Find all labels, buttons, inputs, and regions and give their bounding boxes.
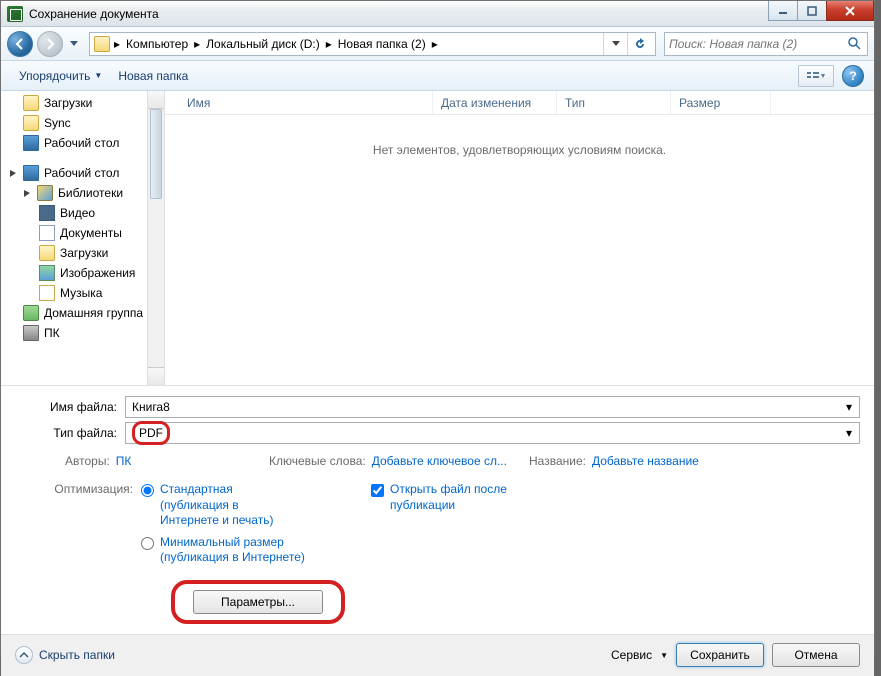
checkbox-open-after[interactable]	[371, 484, 384, 497]
folder-icon	[23, 115, 39, 131]
hide-folders-toggle[interactable]: Скрыть папки	[15, 646, 115, 664]
filetype-select[interactable]: PDF ▾	[125, 422, 860, 444]
authors-value[interactable]: ПК	[116, 454, 132, 468]
video-icon	[39, 205, 55, 221]
forward-button[interactable]	[37, 31, 63, 57]
keywords-add-link[interactable]: Добавьте ключевое сл...	[372, 454, 507, 468]
column-name[interactable]: Имя	[179, 91, 433, 114]
empty-message: Нет элементов, удовлетворяющих условиям …	[165, 115, 874, 185]
homegroup-icon	[23, 305, 39, 321]
music-icon	[39, 285, 55, 301]
minimize-button[interactable]	[768, 1, 798, 21]
desktop-icon	[23, 135, 39, 151]
cancel-button[interactable]: Отмена	[772, 643, 860, 667]
folder-icon	[23, 95, 39, 111]
open-after-checkbox[interactable]: Открыть файл после публикации	[371, 482, 530, 513]
computer-icon	[23, 325, 39, 341]
column-date[interactable]: Дата изменения	[433, 91, 557, 114]
chevron-up-icon	[15, 646, 33, 664]
help-button[interactable]: ?	[842, 65, 864, 87]
radio-minimal[interactable]	[141, 537, 154, 550]
breadcrumb-dropdown[interactable]	[603, 33, 627, 55]
sidebar-item-downloads[interactable]: Загрузки	[1, 93, 164, 113]
save-button[interactable]: Сохранить	[676, 643, 764, 667]
maximize-button[interactable]	[797, 1, 827, 21]
breadcrumb-part[interactable]: Локальный диск (D:)	[202, 33, 324, 55]
back-button[interactable]	[7, 31, 33, 57]
search-icon	[847, 36, 863, 52]
desktop-icon	[23, 165, 39, 181]
collapse-icon[interactable]	[9, 169, 18, 178]
optimize-standard-radio[interactable]: Стандартная (публикация в Интернете и пе…	[141, 482, 371, 529]
sidebar-item-homegroup[interactable]: Домашняя группа	[1, 303, 164, 323]
keywords-label: Ключевые слова:	[269, 454, 366, 468]
collapse-icon[interactable]	[23, 189, 32, 198]
sidebar-scrollbar[interactable]	[147, 91, 164, 385]
optimize-label: Оптимизация:	[15, 482, 141, 572]
column-type[interactable]: Тип	[557, 91, 671, 114]
breadcrumb-part[interactable]: Компьютер	[122, 33, 192, 55]
sidebar-item-downloads2[interactable]: Загрузки	[1, 243, 164, 263]
sidebar-item-libraries[interactable]: Библиотеки	[1, 183, 164, 203]
params-highlight: Параметры...	[171, 580, 345, 624]
tools-menu[interactable]: Сервис▼	[611, 648, 668, 662]
sidebar-item-documents[interactable]: Документы	[1, 223, 164, 243]
sidebar-item-desktop[interactable]: Рабочий стол	[1, 133, 164, 153]
new-folder-button[interactable]: Новая папка	[110, 65, 196, 87]
filename-label: Имя файла:	[15, 400, 125, 414]
column-headers: Имя Дата изменения Тип Размер	[165, 91, 874, 115]
breadcrumb-part[interactable]: Новая папка (2)	[334, 33, 430, 55]
filetype-highlight: PDF	[132, 421, 170, 445]
save-form: Имя файла: Книга8▾ Тип файла: PDF ▾ Автор…	[1, 385, 874, 634]
sidebar-item-desktop-root[interactable]: Рабочий стол	[1, 163, 164, 183]
filetype-label: Тип файла:	[15, 426, 125, 440]
nav-history-dropdown[interactable]	[67, 31, 81, 57]
title-add-link[interactable]: Добавьте название	[592, 454, 699, 468]
toolbar: Упорядочить▼ Новая папка ?	[1, 61, 874, 91]
folder-icon	[39, 245, 55, 261]
sidebar: Загрузки Sync Рабочий стол Рабочий стол …	[1, 91, 165, 385]
refresh-button[interactable]	[627, 33, 651, 55]
titlebar: Сохранение документа	[1, 1, 874, 27]
radio-standard[interactable]	[141, 484, 154, 497]
search-input[interactable]	[669, 37, 847, 51]
file-list: Имя Дата изменения Тип Размер Нет элемен…	[165, 91, 874, 385]
organize-menu[interactable]: Упорядочить▼	[11, 65, 110, 87]
sidebar-item-video[interactable]: Видео	[1, 203, 164, 223]
excel-icon	[7, 6, 23, 22]
close-button[interactable]	[826, 1, 874, 21]
column-size[interactable]: Размер	[671, 91, 771, 114]
sidebar-item-sync[interactable]: Sync	[1, 113, 164, 133]
options-button[interactable]: Параметры...	[193, 590, 323, 614]
filename-input[interactable]: Книга8▾	[125, 396, 860, 418]
folder-icon	[94, 36, 110, 52]
title-label: Название:	[529, 454, 586, 468]
sidebar-item-music[interactable]: Музыка	[1, 283, 164, 303]
sidebar-item-pc[interactable]: ПК	[1, 323, 164, 343]
chevron-down-icon[interactable]: ▾	[841, 425, 857, 441]
view-options-button[interactable]	[798, 65, 834, 87]
authors-label: Авторы:	[65, 454, 110, 468]
image-icon	[39, 265, 55, 281]
scrollbar-thumb[interactable]	[150, 109, 162, 199]
library-icon	[37, 185, 53, 201]
save-dialog-window: Сохранение документа ▸ Компьютер▸ Локаль…	[0, 0, 875, 655]
footer: Скрыть папки Сервис▼ Сохранить Отмена	[1, 634, 874, 676]
window-title: Сохранение документа	[29, 7, 159, 21]
breadcrumb[interactable]: ▸ Компьютер▸ Локальный диск (D:)▸ Новая …	[89, 32, 656, 56]
sidebar-item-images[interactable]: Изображения	[1, 263, 164, 283]
main-area: Загрузки Sync Рабочий стол Рабочий стол …	[1, 91, 874, 385]
optimize-minimal-radio[interactable]: Минимальный размер (публикация в Интерне…	[141, 535, 371, 566]
navbar: ▸ Компьютер▸ Локальный диск (D:)▸ Новая …	[1, 27, 874, 61]
search-box[interactable]	[664, 32, 868, 56]
document-icon	[39, 225, 55, 241]
chevron-down-icon[interactable]: ▾	[841, 399, 857, 415]
